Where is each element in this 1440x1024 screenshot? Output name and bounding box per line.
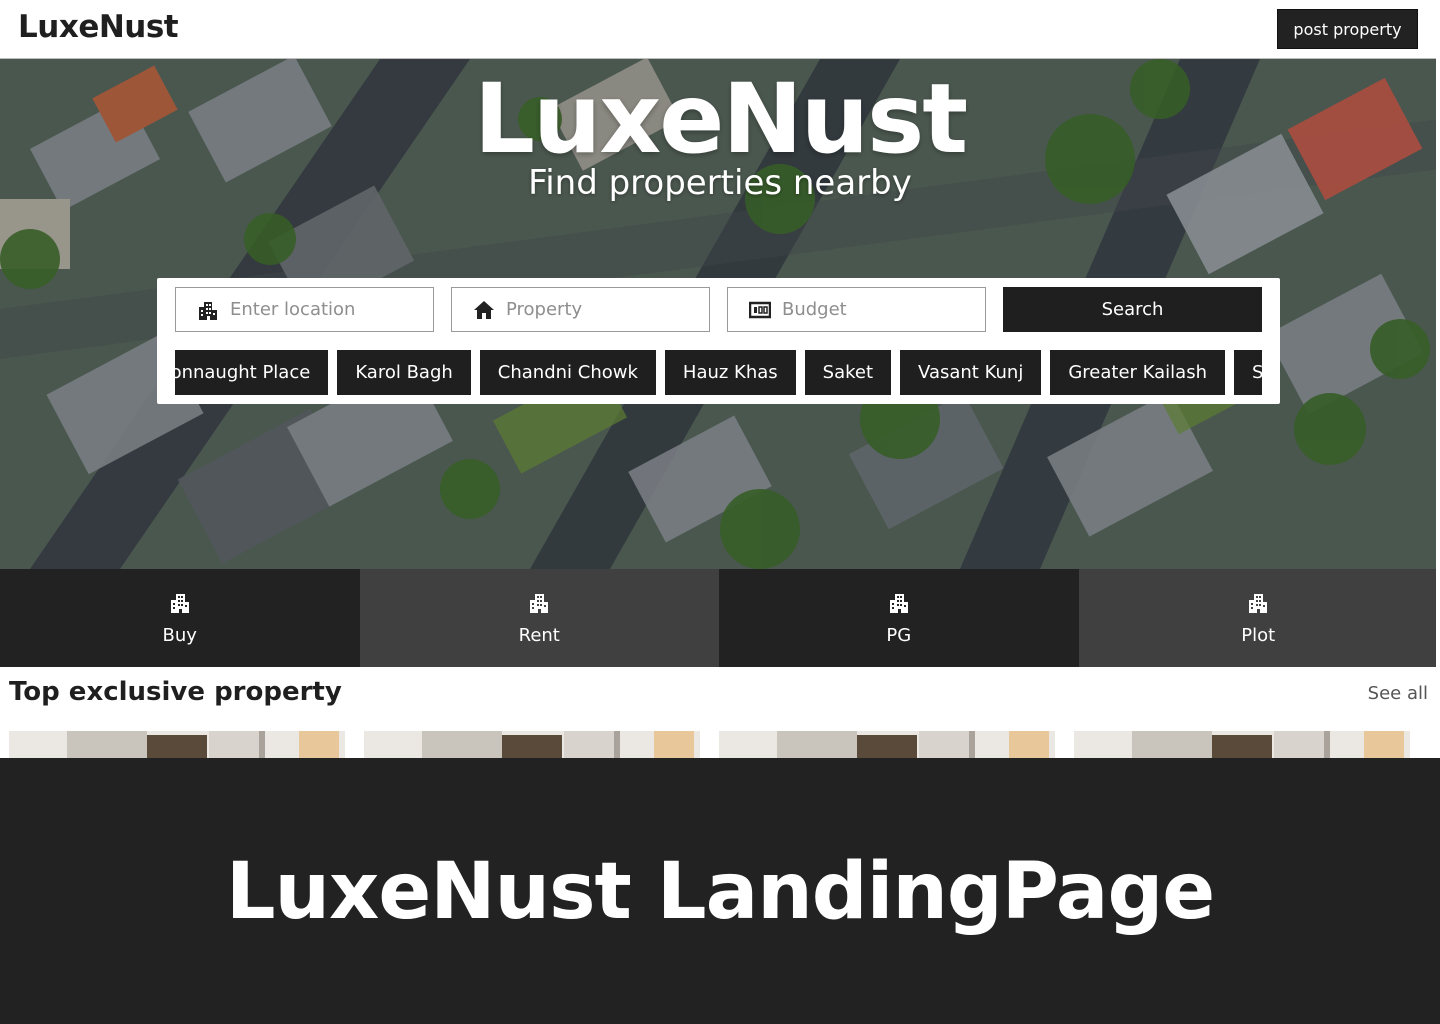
- category-tabs: Buy Rent PG Plot: [0, 569, 1440, 667]
- top-nav: LuxeNust post property: [0, 0, 1440, 59]
- banner: LuxeNust LandingPage: [0, 758, 1440, 1024]
- tab-rent[interactable]: Rent: [359, 569, 719, 667]
- property-image: [1074, 731, 1410, 758]
- property-placeholder: Property: [506, 299, 583, 320]
- location-input[interactable]: Enter location: [175, 287, 434, 332]
- building-icon: [1249, 593, 1268, 613]
- building-icon: [889, 593, 908, 613]
- brand-logo[interactable]: LuxeNust: [18, 9, 179, 45]
- section-title: Top exclusive property: [9, 677, 342, 707]
- tab-label-pg: PG: [886, 624, 912, 646]
- city-icon: [196, 298, 220, 322]
- search-panel: Enter location Property Budget Search Co…: [157, 278, 1280, 404]
- property-select[interactable]: Property: [451, 287, 710, 332]
- chip-karol-bagh[interactable]: Karol Bagh: [337, 350, 471, 395]
- home-icon: [472, 298, 496, 322]
- budget-icon: [748, 298, 772, 322]
- page-edge: [1436, 0, 1440, 758]
- property-card[interactable]: [1074, 731, 1410, 758]
- search-button[interactable]: Search: [1003, 287, 1262, 332]
- building-icon: [170, 593, 189, 613]
- property-image: [9, 731, 345, 758]
- property-card[interactable]: [719, 731, 1055, 758]
- location-placeholder: Enter location: [230, 299, 356, 320]
- chip-hauz-khas[interactable]: Hauz Khas: [664, 350, 796, 395]
- location-chips: Connaught Place Karol Bagh Chandni Chowk…: [175, 350, 1262, 395]
- property-image: [364, 731, 700, 758]
- chip-shahdara[interactable]: Shahdara: [1233, 350, 1262, 395]
- tab-label-buy: Buy: [162, 624, 197, 646]
- property-card[interactable]: [9, 731, 345, 758]
- chip-saket[interactable]: Saket: [804, 350, 892, 395]
- banner-title: LuxeNust LandingPage: [225, 847, 1215, 937]
- tab-label-rent: Rent: [518, 624, 560, 646]
- hero-title: LuxeNust: [473, 63, 968, 175]
- building-icon: [530, 593, 549, 613]
- property-card[interactable]: [364, 731, 700, 758]
- tab-label-plot: Plot: [1241, 624, 1276, 646]
- property-cards: [9, 731, 1410, 758]
- chip-greater-kailash[interactable]: Greater Kailash: [1050, 350, 1225, 395]
- chip-chandni-chowk[interactable]: Chandni Chowk: [479, 350, 656, 395]
- see-all-link[interactable]: See all: [1368, 683, 1428, 704]
- chip-vasant-kunj[interactable]: Vasant Kunj: [900, 350, 1042, 395]
- property-image: [719, 731, 1055, 758]
- tab-pg[interactable]: PG: [719, 569, 1079, 667]
- hero-section: LuxeNust Find properties nearby Enter lo…: [0, 59, 1440, 569]
- chip-connaught-place[interactable]: Connaught Place: [175, 350, 329, 395]
- post-property-button[interactable]: post property: [1277, 9, 1418, 49]
- hero-subtitle: Find properties nearby: [528, 163, 912, 203]
- budget-select[interactable]: Budget: [727, 287, 986, 332]
- budget-placeholder: Budget: [782, 299, 847, 320]
- tab-plot[interactable]: Plot: [1078, 569, 1438, 667]
- tab-buy[interactable]: Buy: [0, 569, 360, 667]
- exclusive-section: Top exclusive property See all: [0, 667, 1440, 758]
